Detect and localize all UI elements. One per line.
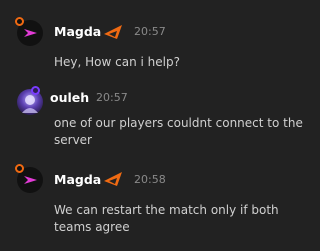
message-text: one of our players couldnt connect to th… — [54, 116, 303, 147]
message-timestamp: 20:58 — [134, 173, 166, 186]
avatar[interactable] — [15, 164, 43, 193]
chat-log: Magda 20:57 Hey, How can i help? ouleh 2… — [0, 0, 305, 251]
status-dot — [15, 17, 24, 26]
message-author[interactable]: ouleh — [50, 90, 89, 106]
status-dot — [15, 164, 24, 173]
status-dot — [31, 86, 40, 95]
message-author[interactable]: Magda — [54, 24, 101, 40]
message-author[interactable]: Magda — [54, 172, 101, 188]
brand-logo-icon — [104, 25, 122, 39]
message-timestamp: 20:57 — [96, 91, 128, 104]
message-timestamp: 20:57 — [134, 25, 166, 38]
avatar[interactable] — [15, 17, 43, 46]
brand-logo-icon — [104, 172, 122, 186]
avatar[interactable] — [17, 86, 43, 115]
message-text: We can restart the match only if both te… — [54, 203, 279, 234]
message-text: Hey, How can i help? — [54, 55, 180, 69]
